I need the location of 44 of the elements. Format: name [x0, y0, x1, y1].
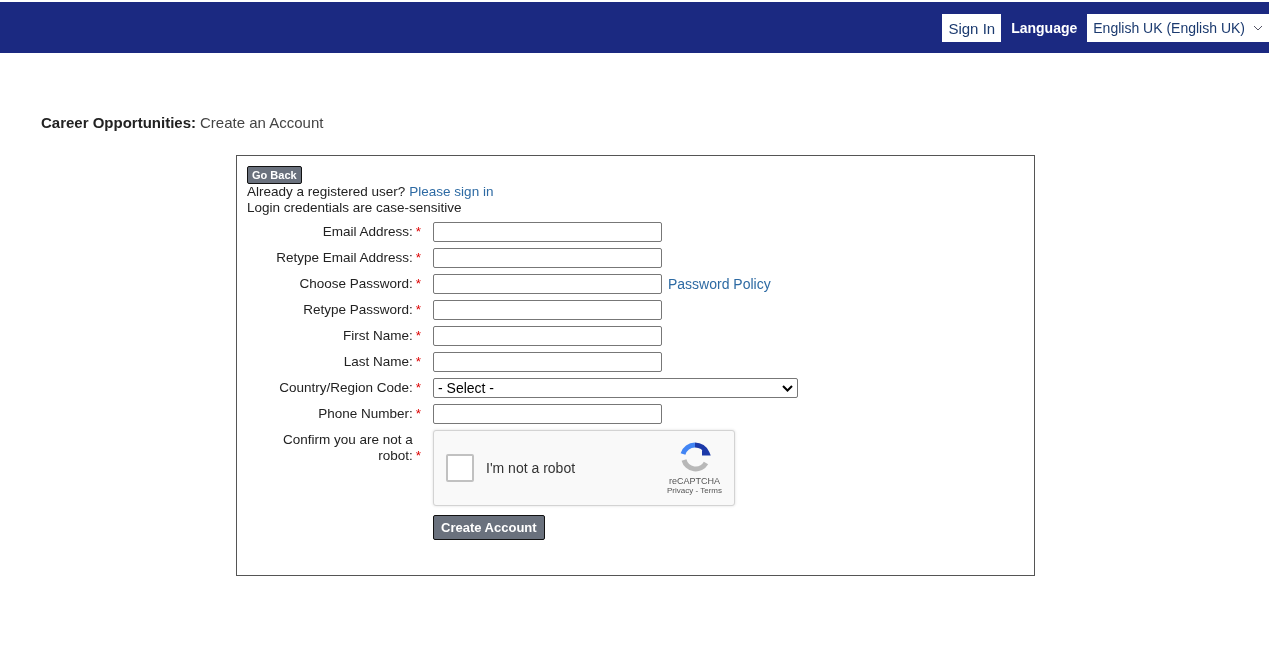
captcha-brand: reCAPTCHA [669, 475, 720, 486]
input-field[interactable] [433, 300, 662, 320]
sign-in-link[interactable]: Please sign in [409, 184, 494, 199]
captcha-logo-icon [678, 441, 711, 474]
required-asterisk: * [415, 250, 421, 266]
field-label: Choose Password: [299, 276, 413, 292]
input-field[interactable] [433, 274, 662, 294]
chevron-down-icon [1253, 24, 1263, 31]
country-code-select[interactable]: - Select - [433, 378, 798, 398]
input-field[interactable] [433, 248, 662, 268]
language-label: Language [1011, 19, 1078, 36]
input-field[interactable] [433, 404, 662, 424]
input-field[interactable] [433, 222, 662, 242]
password-policy-link[interactable]: Password Policy [668, 276, 771, 292]
captcha-label: I'm not a robot [486, 460, 577, 476]
captcha-checkbox[interactable] [446, 454, 474, 482]
required-asterisk: * [415, 224, 421, 240]
required-asterisk: * [415, 448, 421, 464]
required-asterisk: * [415, 354, 421, 370]
field-label: Retype Email Address: [276, 250, 413, 266]
field-label: Phone Number: [318, 406, 413, 422]
input-field[interactable] [433, 326, 662, 346]
required-asterisk: * [415, 276, 421, 292]
case-sensitive-note: Login credentials are case-sensitive [247, 200, 463, 216]
required-asterisk: * [415, 406, 421, 422]
input-field[interactable] [433, 352, 662, 372]
page-section: Career Opportunities: [41, 114, 197, 131]
registered-text: Already a registered user? [247, 184, 406, 199]
field-label: Retype Password: [303, 302, 413, 318]
go-back-button[interactable]: Go Back [247, 166, 302, 184]
required-asterisk: * [415, 328, 421, 344]
field-label: First Name: [342, 328, 413, 344]
field-label: Last Name: [343, 354, 413, 370]
required-asterisk: * [415, 302, 421, 318]
captcha-links[interactable]: Privacy - Terms [667, 485, 722, 495]
field-label: Email Address: [322, 224, 413, 240]
page-title: Create an Account [200, 114, 324, 131]
sign-in-button[interactable]: Sign In [942, 13, 1002, 42]
create-account-button[interactable]: Create Account [433, 515, 545, 540]
field-label: Country/Region Code: [279, 380, 413, 396]
required-asterisk: * [415, 380, 421, 396]
language-dropdown[interactable]: English UK (English UK) [1087, 13, 1269, 42]
chevron-down-icon [782, 384, 793, 392]
field-label: Confirm you are not a robot: [281, 432, 413, 464]
